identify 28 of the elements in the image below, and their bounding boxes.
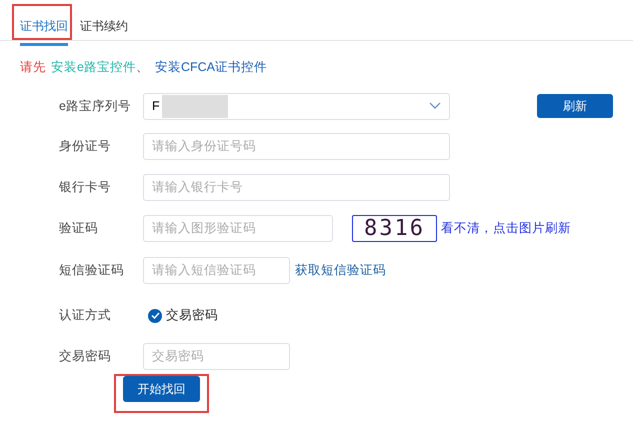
install-link[interactable]: 安装CFCA证书控件 bbox=[154, 58, 267, 77]
input-field[interactable]: 请输入银行卡号 bbox=[143, 174, 450, 201]
chevron-down-icon bbox=[429, 102, 441, 110]
field-label: 交易密码 bbox=[59, 348, 112, 365]
get-sms-code-link[interactable]: 获取短信验证码 bbox=[295, 260, 386, 280]
field-label: 验证码 bbox=[59, 220, 99, 237]
field-label: e路宝序列号 bbox=[59, 98, 132, 115]
notice-text: 请先 bbox=[20, 59, 46, 76]
select-value: F bbox=[152, 98, 160, 115]
input-field[interactable]: 交易密码 bbox=[143, 342, 290, 370]
radio-check[interactable] bbox=[148, 308, 162, 323]
field-label: 银行卡号 bbox=[59, 178, 112, 196]
separator: 、 bbox=[136, 59, 149, 76]
start-recovery-button[interactable]: 开始找回 bbox=[123, 376, 200, 402]
tab[interactable]: 证书续约 bbox=[80, 17, 128, 46]
refresh-button[interactable]: 刷新 bbox=[537, 94, 613, 118]
refresh-captcha-link[interactable]: 看不清，点击图片刷新 bbox=[441, 218, 571, 238]
field-label: 身份证号 bbox=[59, 138, 112, 155]
tab[interactable]: 证书找回 bbox=[20, 17, 68, 46]
select-field[interactable]: F bbox=[143, 92, 450, 120]
option-label: 交易密码 bbox=[166, 307, 218, 324]
field-label: 短信验证码 bbox=[59, 262, 125, 279]
captcha-image[interactable]: 8316 bbox=[352, 214, 437, 242]
field-label: 认证方式 bbox=[59, 307, 112, 324]
input-field[interactable]: 请输入短信验证码 bbox=[143, 256, 290, 284]
check-icon bbox=[150, 312, 160, 320]
input-field[interactable]: 请输入身份证号码 bbox=[143, 132, 450, 160]
input-field[interactable]: 请输入图形验证码 bbox=[143, 214, 333, 242]
